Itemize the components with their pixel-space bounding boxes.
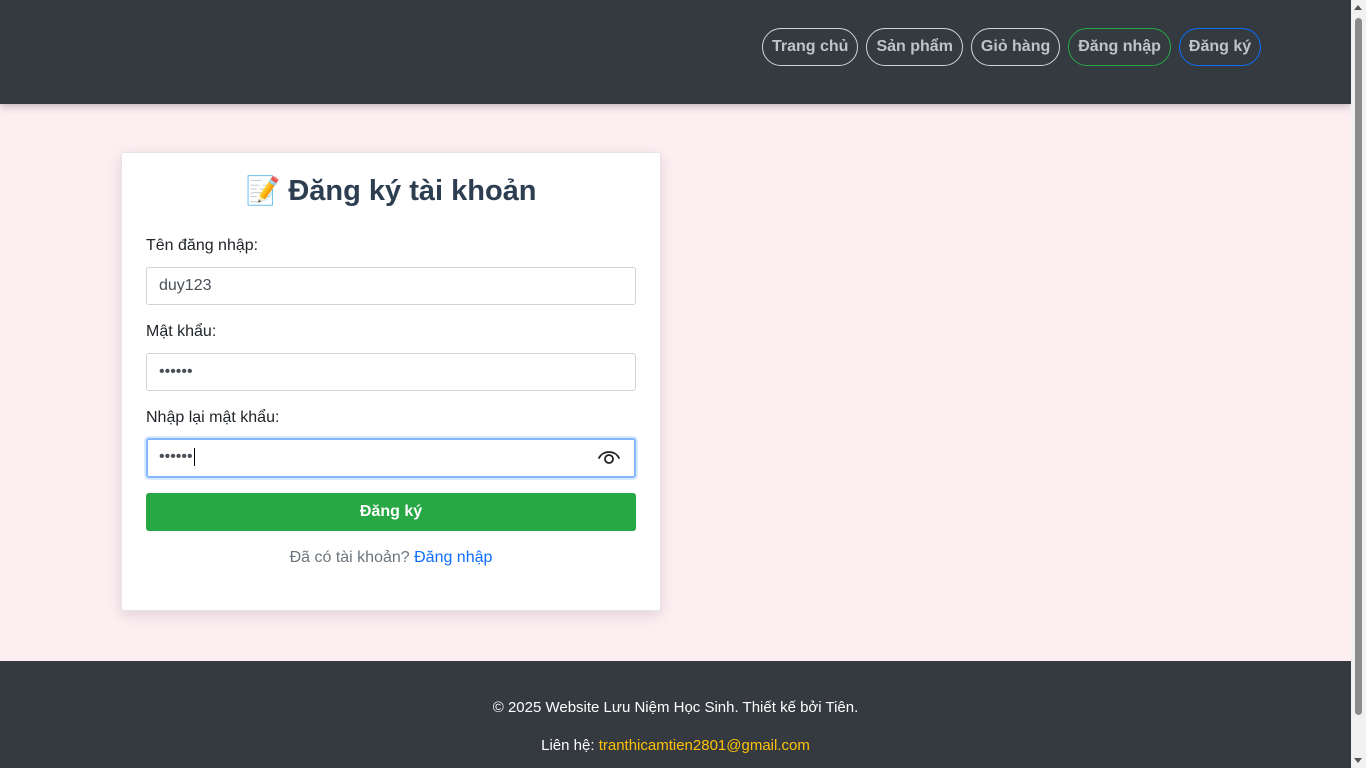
scroll-up-arrow-icon[interactable] bbox=[1354, 5, 1362, 10]
footer-copyright: © 2025 Website Lưu Niệm Học Sinh. Thiết … bbox=[492, 699, 859, 716]
password-label: Mật khẩu: bbox=[146, 323, 217, 340]
scroll-down-arrow-icon[interactable] bbox=[1354, 758, 1362, 763]
password-input[interactable]: •••••• bbox=[146, 353, 636, 391]
title-text: Đăng ký tài khoản bbox=[288, 175, 537, 207]
confirm-password-label: Nhập lại mật khẩu: bbox=[146, 409, 280, 426]
login-prompt: Đã có tài khoản? Đăng nhập bbox=[121, 549, 661, 567]
nav-home[interactable]: Trang chủ bbox=[762, 28, 859, 66]
scrollbar-thumb[interactable] bbox=[1355, 18, 1362, 715]
contact-email[interactable]: tranthicamtien2801@gmail.com bbox=[599, 737, 810, 754]
confirm-password-input[interactable]: •••••• bbox=[146, 438, 636, 478]
header: Trang chủ Sản phẩm Giỏ hàng Đăng nhập Đă… bbox=[0, 0, 1351, 104]
text-caret bbox=[193, 447, 195, 466]
username-value: duy123 bbox=[159, 277, 212, 294]
register-submit-button[interactable]: Đăng ký bbox=[146, 493, 636, 531]
nav-products[interactable]: Sản phẩm bbox=[866, 28, 963, 66]
footer-contact: Liên hệ: tranthicamtien2801@gmail.com bbox=[0, 737, 1351, 754]
nav-bar: Trang chủ Sản phẩm Giỏ hàng Đăng nhập Đă… bbox=[762, 28, 1262, 66]
vertical-scrollbar[interactable] bbox=[1351, 0, 1366, 768]
username-label: Tên đăng nhập: bbox=[146, 237, 259, 254]
username-input[interactable]: duy123 bbox=[146, 267, 636, 305]
contact-label: Liên hệ: bbox=[541, 737, 595, 754]
nav-login[interactable]: Đăng nhập bbox=[1068, 28, 1171, 66]
page-title: 📝 Đăng ký tài khoản bbox=[121, 174, 661, 208]
nav-cart[interactable]: Giỏ hàng bbox=[970, 28, 1061, 66]
nav-register[interactable]: Đăng ký bbox=[1178, 28, 1262, 66]
login-prompt-text: Đã có tài khoản? bbox=[289, 549, 410, 566]
memo-icon: 📝 bbox=[245, 175, 281, 206]
confirm-password-value: •••••• bbox=[159, 448, 193, 465]
password-value: •••••• bbox=[159, 363, 193, 380]
footer: © 2025 Website Lưu Niệm Học Sinh. Thiết … bbox=[0, 661, 1351, 768]
eye-icon[interactable] bbox=[598, 449, 620, 465]
login-link[interactable]: Đăng nhập bbox=[414, 549, 492, 566]
